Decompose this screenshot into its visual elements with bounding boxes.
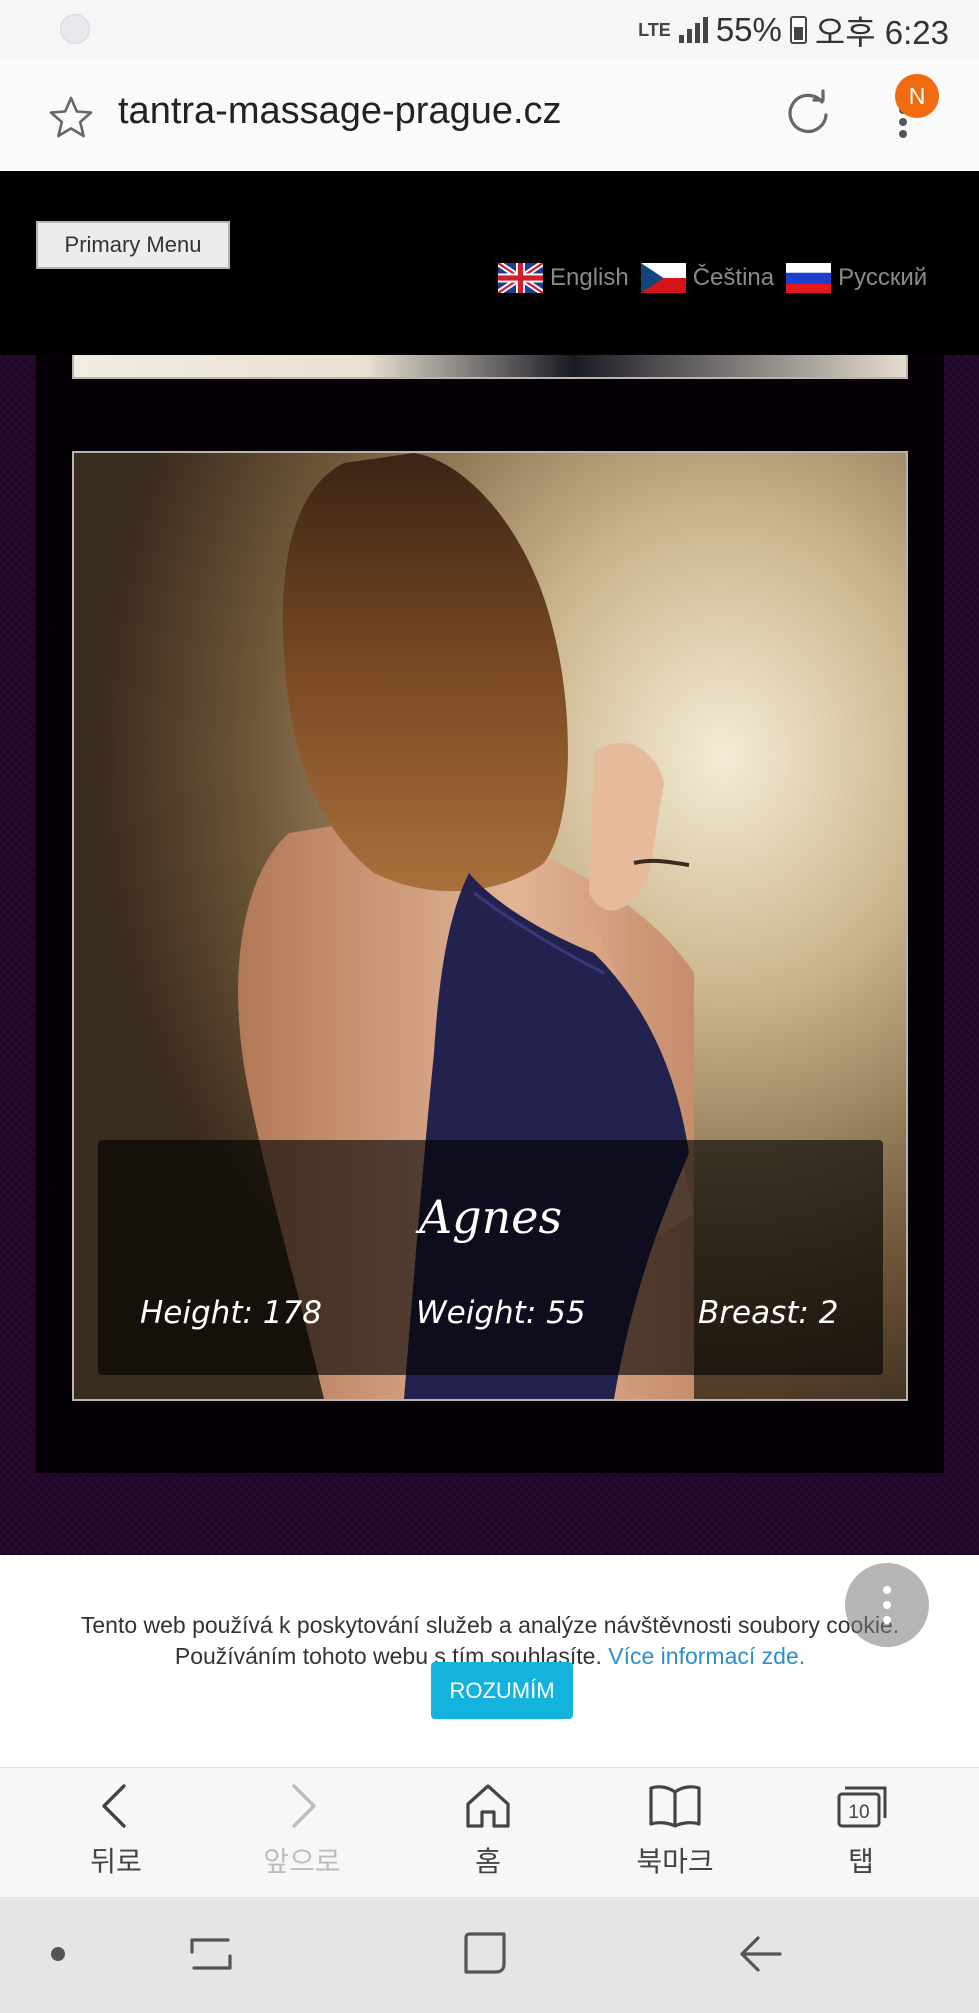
network-type: LTE	[638, 20, 671, 40]
language-russian-label: Русский	[838, 264, 928, 291]
reload-icon[interactable]	[782, 88, 834, 144]
home-icon	[466, 1784, 510, 1828]
height-value: 178	[262, 1295, 322, 1331]
forward-arrow-icon	[292, 1784, 316, 1828]
url-text[interactable]: tantra-massage-prague.cz	[118, 90, 562, 133]
primary-menu-button[interactable]: Primary Menu	[36, 221, 230, 269]
battery-percent: 55%	[715, 11, 782, 48]
back-arrow-icon	[102, 1784, 126, 1828]
notification-badge[interactable]: N	[895, 74, 939, 118]
height-label: Height:	[140, 1295, 253, 1331]
bookmark-star-icon[interactable]	[48, 95, 94, 143]
recent-apps-icon[interactable]	[188, 1932, 234, 1980]
weight-value: 55	[546, 1295, 586, 1331]
language-czech[interactable]: Čeština	[640, 263, 775, 293]
uk-flag-icon	[498, 263, 543, 293]
bookmark-book-icon	[649, 1785, 701, 1828]
language-czech-label: Čeština	[692, 264, 775, 291]
nav-forward-label: 앞으로	[263, 1845, 341, 1878]
language-switcher: English Čeština Русский	[498, 263, 939, 293]
home-system-icon[interactable]	[462, 1930, 508, 1980]
previous-profile-photo[interactable]	[72, 355, 908, 379]
cookie-accept-button[interactable]: ROZUMÍM	[431, 1662, 573, 1719]
nav-bookmarks-label: 북마크	[636, 1845, 714, 1878]
cookie-more-info-link[interactable]: Více informací zde.	[608, 1643, 805, 1669]
czech-flag-icon	[640, 263, 686, 293]
weight-stat: Weight: 55	[416, 1295, 586, 1331]
profile-name: Agnes	[418, 1190, 563, 1244]
language-russian[interactable]: Русский	[786, 263, 927, 293]
signal-icon	[678, 17, 708, 43]
clock: 오후 6:23	[814, 14, 949, 51]
nav-tabs-label: 탭	[848, 1845, 874, 1878]
profile-info-box	[98, 1140, 883, 1375]
nav-bookmarks-button[interactable]: 북마크	[605, 1780, 745, 1890]
system-dot-icon[interactable]	[50, 1946, 66, 1966]
floating-menu-button[interactable]	[845, 1563, 929, 1647]
nav-back-button[interactable]: 뒤로	[46, 1780, 186, 1890]
weight-label: Weight:	[416, 1295, 537, 1331]
breast-label: Breast:	[698, 1295, 809, 1331]
nav-tabs-button[interactable]: 10 탭	[791, 1780, 931, 1890]
battery-icon	[789, 16, 807, 44]
tab-count: 10	[848, 1802, 869, 1823]
russian-flag-icon	[786, 263, 832, 293]
height-stat: Height: 178	[140, 1295, 322, 1331]
status-indicators: LTE 55% 오후 6:23	[638, 8, 949, 52]
system-back-icon[interactable]	[738, 1932, 784, 1980]
breast-stat: Breast: 2	[698, 1295, 838, 1331]
breast-value: 2	[818, 1295, 839, 1331]
nav-home-button[interactable]: 홈	[418, 1780, 558, 1890]
nav-back-label: 뒤로	[90, 1845, 142, 1878]
nav-home-label: 홈	[475, 1845, 501, 1878]
app-notification-icon	[60, 14, 90, 44]
language-english-label: English	[550, 264, 629, 291]
tabs-icon: 10	[837, 1786, 887, 1828]
nav-forward-button[interactable]: 앞으로	[232, 1780, 372, 1890]
language-english[interactable]: English	[498, 263, 629, 293]
